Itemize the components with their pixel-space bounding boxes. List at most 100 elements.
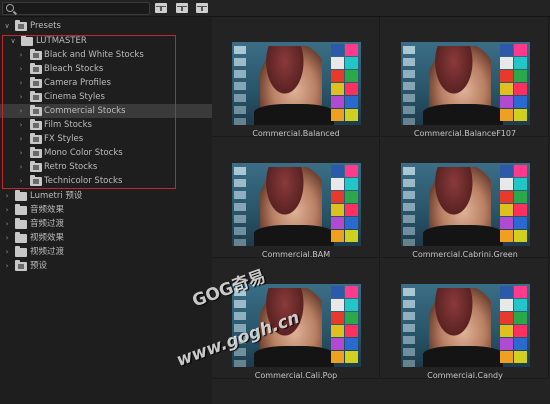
tree-item-7[interactable]: › Film Stocks [0,118,212,132]
tree-item-label: Black and White Stocks [44,50,144,60]
chevron-right-icon[interactable]: › [17,160,25,174]
effects-tree: ∨ Presets ∨ LUTMASTER › Black and White Stock… [0,17,212,404]
tree-item-label: 视频过渡 [30,247,65,257]
preset-thumbnail-cell[interactable]: Commercial.Cali.Pop [212,259,380,380]
color-chart [331,286,359,365]
tree-item-label: 视频效果 [30,233,65,243]
tree-item-8[interactable]: › FX Styles [0,132,212,146]
preset-folder-icon [30,49,42,60]
tree-item-label: Mono Color Stocks [44,148,123,158]
preset-preview-image[interactable] [232,163,361,246]
preset-folder-icon [30,147,42,158]
chevron-right-icon[interactable]: › [17,48,25,62]
tree-item-15[interactable]: › 视频效果 [0,231,212,245]
tree-item-label: Film Stocks [44,120,92,130]
folder-icon [21,35,33,46]
portrait-shirt [423,104,503,125]
portrait-shirt [423,346,503,367]
tree-item-6[interactable]: › Commercial Stocks [0,104,212,118]
tree-item-label: Technicolor Stocks [44,176,123,186]
tree-item-17[interactable]: › 预设 [0,259,212,273]
search-icon [6,4,14,12]
folder-icon [15,246,27,257]
folder-icon [15,204,27,215]
preset-folder-icon [30,91,42,102]
new-bin-icon[interactable] [155,3,167,13]
tree-item-label: 预设 [30,261,48,271]
chevron-right-icon[interactable]: › [17,104,25,118]
search-input[interactable] [17,3,147,14]
grayscale-strip [232,163,248,246]
color-chart [500,165,528,244]
tree-item-label: Bleach Stocks [44,64,104,74]
chevron-right-icon[interactable]: › [17,132,25,146]
folder-icon [15,218,27,229]
chevron-right-icon[interactable]: › [17,76,25,90]
preset-preview-image[interactable] [401,163,530,246]
color-chart [500,44,528,123]
preset-folder-icon [30,119,42,130]
tree-item-label: Lumetri 预设 [30,191,83,201]
preset-thumbnail-cell[interactable]: Commercial.BAM [212,138,380,259]
search-box[interactable] [2,2,150,15]
tree-item-9[interactable]: › Mono Color Stocks [0,146,212,160]
tree-item-12[interactable]: › Lumetri 预设 [0,189,212,203]
preset-thumbnail-cell[interactable]: Commercial.Candy [381,259,549,380]
preset-preview-image[interactable] [232,42,361,125]
chevron-right-icon[interactable]: › [3,259,11,273]
tree-item-11[interactable]: › Technicolor Stocks [0,174,212,188]
chevron-down-icon[interactable]: ∨ [9,34,17,48]
preset-folder-icon [30,161,42,172]
chevron-right-icon[interactable]: › [3,217,11,231]
tree-item-1[interactable]: ∨ LUTMASTER [0,34,212,48]
tree-item-14[interactable]: › 音频过渡 [0,217,212,231]
tree-item-0[interactable]: ∨ Presets [0,19,212,33]
chevron-right-icon[interactable]: › [17,146,25,160]
tree-item-label: Commercial Stocks [44,106,126,116]
tree-item-13[interactable]: › 音频效果 [0,203,212,217]
color-chart [331,44,359,123]
preset-preview-image[interactable] [401,284,530,367]
preset-name: Commercial.Cali.Pop [254,371,338,380]
color-chart [331,165,359,244]
grayscale-strip [401,163,417,246]
portrait-shirt [254,346,334,367]
preset-name: Commercial.BAM [261,250,331,259]
tree-item-10[interactable]: › Retro Stocks [0,160,212,174]
preset-preview-image[interactable] [232,284,361,367]
tree-item-label: Retro Stocks [44,162,98,172]
toolbar [0,0,550,17]
preset-thumbnail-cell[interactable]: Commercial.Cabrini.Green [381,138,549,259]
new-item-icon[interactable] [196,3,208,13]
chevron-right-icon[interactable]: › [17,62,25,76]
grayscale-strip [401,284,417,367]
preset-name: Commercial.Balanced [252,129,340,138]
tree-item-5[interactable]: › Cinema Styles [0,90,212,104]
tree-item-3[interactable]: › Bleach Stocks [0,62,212,76]
color-chart [500,286,528,365]
tree-item-label: FX Styles [44,134,84,144]
new-preset-icon[interactable] [176,3,188,13]
chevron-right-icon[interactable]: › [3,231,11,245]
chevron-right-icon[interactable]: › [3,189,11,203]
preset-thumbnail-cell[interactable]: Commercial.BalanceF107 [381,17,549,138]
preset-thumbnail-cell[interactable]: Commercial.Balanced [212,17,380,138]
grayscale-strip [401,42,417,125]
tree-item-16[interactable]: › 视频过渡 [0,245,212,259]
chevron-right-icon[interactable]: › [17,118,25,132]
chevron-right-icon[interactable]: › [17,90,25,104]
grayscale-strip [232,42,248,125]
portrait-shirt [423,225,503,246]
chevron-right-icon[interactable]: › [3,203,11,217]
chevron-down-icon[interactable]: ∨ [3,19,11,33]
tree-item-2[interactable]: › Black and White Stocks [0,48,212,62]
tree-item-4[interactable]: › Camera Profiles [0,76,212,90]
preset-grid: Commercial.Balanced Commercial.BalanceF10… [212,17,550,404]
preset-name: Commercial.Cabrini.Green [412,250,518,259]
preset-folder-icon [30,133,42,144]
chevron-right-icon[interactable]: › [3,245,11,259]
preset-name: Commercial.Candy [427,371,503,380]
folder-icon [15,190,27,201]
preset-preview-image[interactable] [401,42,530,125]
chevron-right-icon[interactable]: › [17,174,25,188]
